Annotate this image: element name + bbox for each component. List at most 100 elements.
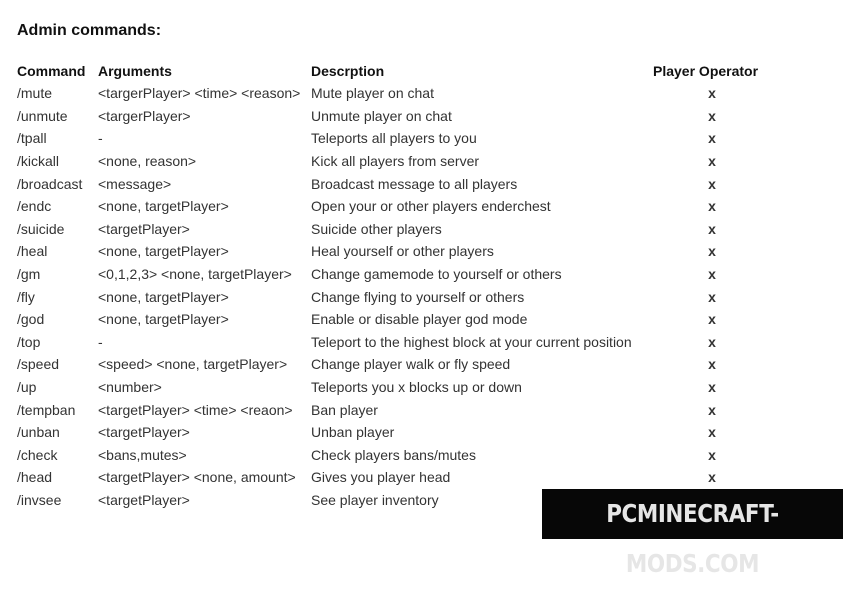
description-cell: Unban player (311, 424, 395, 441)
arguments-cell: <targerPlayer> <time> <reason> (98, 85, 301, 102)
table-row: /unmute <targerPlayer> Unmute player on ch… (15, 105, 773, 128)
arguments-cell: <targetPlayer> (98, 220, 190, 237)
arguments-cell: - (98, 333, 103, 350)
operator-mark: x (708, 333, 716, 350)
command-cell: /heal (17, 243, 48, 260)
description-cell: Ban player (311, 401, 378, 418)
table-row: /fly <none, targetPlayer> Change flying to… (15, 285, 773, 308)
header-arguments: Arguments (98, 63, 172, 79)
command-cell: /tpall (17, 130, 47, 147)
description-cell: Open your or other players enderchest (311, 198, 551, 215)
description-cell: Enable or disable player god mode (311, 311, 528, 328)
description-cell: Teleport to the highest block at your cu… (311, 333, 632, 350)
operator-mark: x (708, 446, 716, 463)
table-row: /heal <none, targetPlayer> Heal yourself … (15, 240, 773, 263)
command-cell: /top (17, 333, 41, 350)
command-cell: /endc (17, 198, 52, 215)
command-cell: /check (17, 446, 58, 463)
description-cell: Kick all players from server (311, 153, 480, 170)
description-cell: Heal yourself or other players (311, 243, 494, 260)
operator-mark: x (708, 469, 716, 486)
operator-mark: x (708, 311, 716, 328)
command-cell: /suicide (17, 220, 65, 237)
command-cell: /unban (17, 424, 60, 441)
arguments-cell: <targetPlayer> <time> <reaon> (98, 401, 293, 418)
operator-mark: x (708, 356, 716, 373)
description-cell: Change flying to yourself or others (311, 288, 525, 305)
header-command: Command (17, 63, 86, 79)
table-row: /head <targetPlayer> <none, amount> Gives … (15, 466, 773, 489)
arguments-cell: <targetPlayer> (98, 424, 190, 441)
arguments-cell: <none, reason> (98, 153, 197, 170)
operator-mark: x (708, 243, 716, 260)
operator-mark: x (708, 85, 716, 102)
description-cell: Gives you player head (311, 469, 451, 486)
description-cell: Teleports you x blocks up or down (311, 379, 522, 396)
command-cell: /mute (17, 85, 53, 102)
arguments-cell: <message> (98, 175, 172, 192)
operator-mark: x (708, 198, 716, 215)
table-row: /god <none, targetPlayer> Enable or disabl… (15, 308, 773, 331)
arguments-cell: <bans,mutes> (98, 446, 187, 463)
description-cell: Mute player on chat (311, 85, 434, 102)
table-row: /broadcast <message> Broadcast message to … (15, 172, 773, 195)
arguments-cell: <number> (98, 379, 162, 396)
operator-mark: x (708, 175, 716, 192)
arguments-cell: <none, targetPlayer> (98, 311, 229, 328)
table-row: /up <number> Teleports you x blocks up or … (15, 376, 773, 399)
description-cell: Change player walk or fly speed (311, 356, 511, 373)
arguments-cell: <none, targetPlayer> (98, 288, 229, 305)
arguments-cell: <targetPlayer> <none, amount> (98, 469, 296, 486)
table-row: /top - Teleport to the highest block at yo… (15, 331, 773, 354)
operator-mark: x (708, 266, 716, 283)
command-cell: /up (17, 379, 37, 396)
table-row: /unban <targetPlayer> Unban player x (15, 421, 773, 444)
table-row: /check <bans,mutes> Check players bans/mut… (15, 444, 773, 467)
command-cell: /invsee (17, 491, 62, 508)
command-cell: /tempban (17, 401, 76, 418)
description-cell: Teleports all players to you (311, 130, 477, 147)
operator-mark: x (708, 424, 716, 441)
arguments-cell: - (98, 130, 103, 147)
table-row: /speed <speed> <none, targetPlayer> Change… (15, 353, 773, 376)
arguments-cell: <none, targetPlayer> (98, 243, 229, 260)
description-cell: Suicide other players (311, 220, 442, 237)
operator-mark: x (708, 288, 716, 305)
table-row: /tpall - Teleports all players to you x (15, 127, 773, 150)
operator-mark: x (708, 401, 716, 418)
command-cell: /head (17, 469, 53, 486)
header-description: Descrption (311, 63, 385, 79)
command-cell: /unmute (17, 107, 68, 124)
arguments-cell: <targetPlayer> (98, 491, 190, 508)
description-cell: Change gamemode to yourself or others (311, 266, 562, 283)
command-cell: /fly (17, 288, 35, 305)
table-row: /suicide <targetPlayer> Suicide other play… (15, 218, 773, 241)
admin-commands-table: Command Arguments Descrption Player Oper… (15, 60, 773, 511)
table-body: /mute <targerPlayer> <time> <reason> Mute … (15, 82, 773, 511)
table-row: /kickall <none, reason> Kick all players f… (15, 150, 773, 173)
operator-mark: x (708, 153, 716, 170)
command-cell: /gm (17, 266, 41, 283)
table-row: /mute <targerPlayer> <time> <reason> Mute … (15, 82, 773, 105)
arguments-cell: <none, targetPlayer> (98, 198, 229, 215)
table-header-row: Command Arguments Descrption Player Oper… (15, 60, 773, 82)
description-cell: Check players bans/mutes (311, 446, 476, 463)
command-cell: /kickall (17, 153, 60, 170)
arguments-cell: <0,1,2,3> <none, targetPlayer> (98, 266, 292, 283)
description-cell: Unmute player on chat (311, 107, 452, 124)
table-row: /gm <0,1,2,3> <none, targetPlayer> Change … (15, 263, 773, 286)
operator-mark: x (708, 107, 716, 124)
watermark-logo: PCMINECRAFT-MODS.COM (542, 489, 843, 578)
command-cell: /speed (17, 356, 60, 373)
operator-mark: x (708, 130, 716, 147)
arguments-cell: <targerPlayer> (98, 107, 191, 124)
table-row: /endc <none, targetPlayer> Open your or ot… (15, 195, 773, 218)
description-cell: Broadcast message to all players (311, 175, 518, 192)
page-title: Admin commands: (17, 22, 162, 39)
arguments-cell: <speed> <none, targetPlayer> (98, 356, 288, 373)
table-row: /tempban <targetPlayer> <time> <reaon> Ban… (15, 398, 773, 421)
command-cell: /broadcast (17, 175, 83, 192)
command-cell: /god (17, 311, 45, 328)
operator-mark: x (708, 379, 716, 396)
header-player-operator: Player Operator (653, 63, 759, 79)
